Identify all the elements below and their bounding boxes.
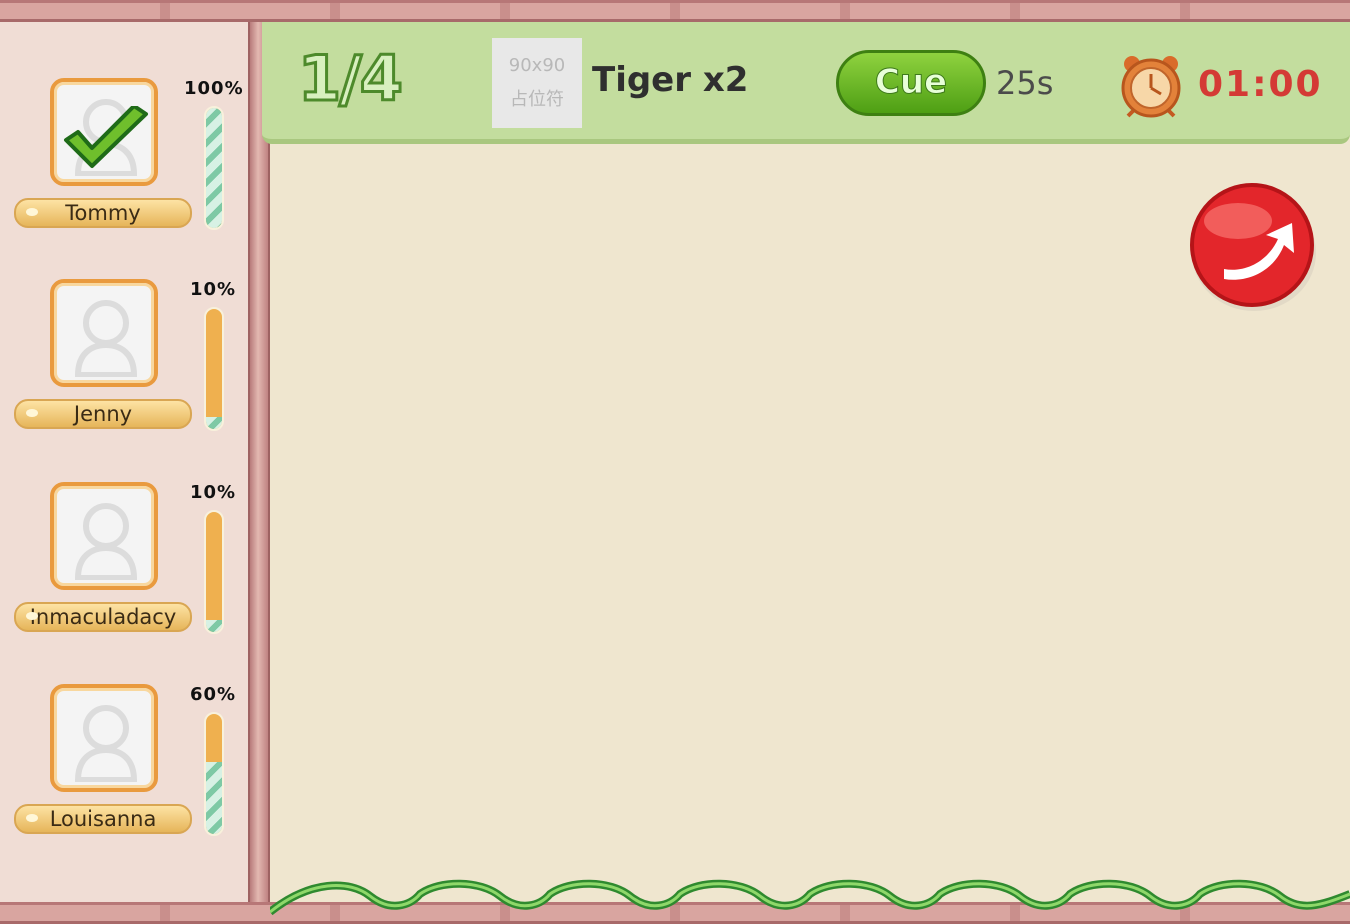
player-name-plate: Louisanna: [14, 804, 192, 834]
progress-percent: 10%: [190, 482, 237, 503]
player-name-plate: Jenny: [14, 399, 192, 429]
player-name-plate: Inmaculadacy: [14, 602, 192, 632]
player-name: Inmaculadacy: [29, 605, 177, 629]
checkmark-icon: [64, 106, 148, 168]
avatar: [50, 482, 158, 590]
avatar: [50, 279, 158, 387]
avatar: [50, 684, 158, 792]
player-card: Tommy 100%: [14, 78, 244, 236]
top-frame-border: [0, 0, 1350, 22]
placeholder-caption: 占位符: [510, 89, 564, 110]
player-name: Louisanna: [49, 807, 157, 831]
user-silhouette-icon: [74, 503, 138, 580]
vine-decoration: [270, 879, 1350, 916]
cue-countdown: 25s: [996, 64, 1054, 102]
player-card: Louisanna 60%: [14, 684, 244, 842]
game-board: [270, 22, 1350, 880]
progress-percent: 100%: [184, 78, 244, 99]
progress-bar: [204, 712, 224, 836]
game-header: [262, 22, 1350, 144]
player-name-plate: Tommy: [14, 198, 192, 228]
exit-arrow-icon[interactable]: [1188, 183, 1318, 313]
player-card: Jenny 10%: [14, 279, 244, 437]
round-progress: 1/4: [297, 41, 405, 117]
progress-percent: 60%: [190, 684, 237, 705]
player-name: Jenny: [73, 402, 133, 426]
alarm-clock-icon: [1121, 56, 1181, 118]
user-silhouette-icon: [74, 705, 138, 782]
player-name: Tommy: [65, 201, 141, 225]
avatar: [50, 78, 158, 186]
progress-bar-fill: [206, 108, 222, 228]
progress-bar-fill: [206, 417, 222, 429]
progress-bar-fill: [206, 620, 222, 632]
progress-bar: [204, 106, 224, 230]
progress-percent: 10%: [190, 279, 237, 300]
player-card: Inmaculadacy 10%: [14, 482, 244, 640]
target-word: Tiger x2: [592, 60, 749, 100]
cue-button[interactable]: Cue: [836, 50, 986, 116]
progress-bar-fill: [206, 762, 222, 834]
user-silhouette-icon: [74, 300, 138, 377]
sidebar-divider: [248, 22, 270, 902]
game-timer: 01:00: [1198, 64, 1323, 105]
progress-bar: [204, 307, 224, 431]
word-image-placeholder: 90x90 占位符: [492, 38, 582, 128]
placeholder-size-label: 90x90: [508, 55, 566, 76]
progress-bar: [204, 510, 224, 634]
